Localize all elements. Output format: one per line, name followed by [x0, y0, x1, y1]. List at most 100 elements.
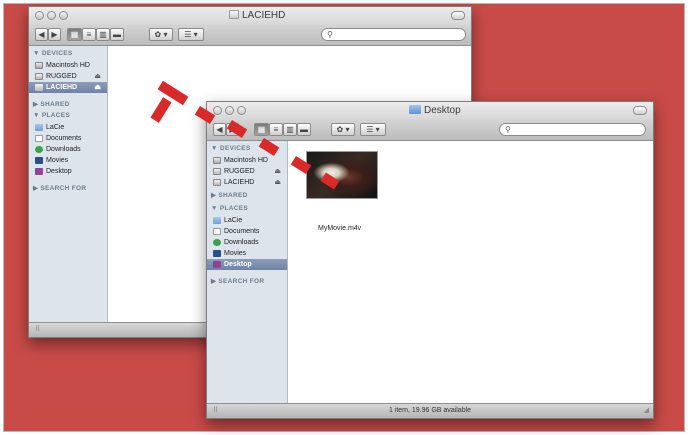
sidebar-item-macintosh-hd[interactable]: Macintosh HD: [207, 155, 287, 166]
sidebar: ▼ DEVICES Macintosh HD RUGGED ⏏ LACIEHD …: [29, 46, 108, 323]
resize-grip-icon[interactable]: ◢: [644, 404, 649, 418]
sidebar-item-label: Documents: [224, 228, 260, 235]
icon-view-icon: ▦: [70, 30, 79, 39]
cover-flow-button[interactable]: ▬: [110, 28, 124, 41]
sidebar-item-downloads[interactable]: Downloads: [29, 144, 107, 155]
sidebar-item-documents[interactable]: Documents: [29, 133, 107, 144]
eject-icon[interactable]: ⏏: [94, 82, 101, 93]
search-for-header[interactable]: ▶ SEARCH FOR: [211, 277, 264, 285]
search-field[interactable]: ⚲: [321, 28, 466, 41]
external-drive-icon: [213, 179, 221, 186]
search-icon: ⚲: [327, 30, 333, 39]
arrange-menu-button[interactable]: ☰ ▾: [178, 28, 204, 41]
column-view-button[interactable]: ▥: [96, 28, 110, 41]
sidebar-item-label: LACIEHD: [224, 179, 255, 186]
close-button[interactable]: [213, 106, 222, 115]
hard-drive-icon: [35, 62, 43, 69]
downloads-icon: [213, 239, 221, 246]
devices-header[interactable]: ▼ DEVICES: [33, 50, 72, 57]
search-for-header[interactable]: ▶ SEARCH FOR: [33, 184, 86, 192]
sidebar-item-label: Downloads: [224, 239, 259, 246]
downloads-icon: [35, 146, 43, 153]
minimize-button[interactable]: [225, 106, 234, 115]
column-view-button[interactable]: ▥: [283, 123, 297, 136]
sidebar-item-macintosh-hd[interactable]: Macintosh HD: [29, 60, 107, 71]
action-menu-button[interactable]: ✿ ▾: [331, 123, 355, 136]
sidebar-item-rugged[interactable]: RUGGED ⏏: [29, 71, 107, 82]
movies-icon: [35, 157, 43, 164]
window-controls: [35, 11, 68, 20]
back-button[interactable]: ◀: [213, 123, 226, 136]
column-view-icon: ▥: [99, 30, 107, 39]
eject-icon[interactable]: ⏏: [94, 71, 101, 82]
search-field[interactable]: ⚲: [499, 123, 646, 136]
sidebar-item-laciehd[interactable]: LACIEHD ⏏: [29, 82, 107, 93]
documents-icon: [213, 228, 221, 235]
hard-drive-icon: [213, 157, 221, 164]
places-header[interactable]: ▼ PLACES: [211, 205, 248, 212]
sidebar-item-desktop[interactable]: Desktop: [207, 259, 287, 270]
icon-view-button[interactable]: ▦: [67, 28, 82, 41]
cover-flow-icon: ▬: [113, 30, 121, 39]
sidebar-item-movies[interactable]: Movies: [207, 248, 287, 259]
sidebar-item-label: Movies: [224, 250, 247, 257]
forward-button[interactable]: ▶: [48, 28, 61, 41]
file-name-label[interactable]: MyMovie.m4v: [318, 225, 361, 232]
status-text: 1 item, 19.96 GB available: [388, 407, 472, 414]
places-header[interactable]: ▼ PLACES: [33, 112, 70, 119]
title-bar[interactable]: Desktop: [207, 102, 653, 120]
devices-header[interactable]: ▼ DEVICES: [211, 145, 250, 152]
sidebar-item-label: LaCie: [224, 217, 243, 224]
sidebar: ▼ DEVICES Macintosh HD RUGGED ⏏ LACIEHD …: [207, 141, 288, 404]
sidebar-resize-grip-icon[interactable]: ⠿: [35, 323, 40, 337]
list-view-button[interactable]: ≡: [269, 123, 283, 136]
desktop-icon: [35, 168, 43, 175]
sidebar-item-lacie[interactable]: LaCie: [29, 122, 107, 133]
toolbar-toggle-button[interactable]: [633, 106, 647, 115]
sidebar-item-label: RUGGED: [224, 168, 255, 175]
sidebar-item-label: Documents: [46, 135, 82, 142]
icon-view-button[interactable]: ▦: [254, 123, 269, 136]
list-view-button[interactable]: ≡: [82, 28, 96, 41]
sidebar-item-movies[interactable]: Movies: [29, 155, 107, 166]
sidebar-item-documents[interactable]: Documents: [207, 226, 287, 237]
movie-thumbnail-icon[interactable]: [306, 151, 378, 199]
toolbar-toggle-button[interactable]: [451, 11, 465, 20]
sidebar-item-label: Downloads: [46, 146, 81, 153]
shared-header[interactable]: ▶ SHARED: [211, 191, 248, 199]
screenshot: LACIEHD ◀ ▶ ▦ ≡ ▥ ▬ ✿ ▾ ☰ ▾ ⚲ ▼ DEVICES …: [0, 0, 688, 435]
list-view-icon: ≡: [273, 125, 279, 134]
eject-icon[interactable]: ⏏: [274, 166, 281, 177]
window-title: LACIEHD: [229, 10, 285, 21]
folder-icon: [409, 105, 421, 114]
documents-icon: [35, 135, 43, 142]
external-drive-icon: [35, 84, 43, 91]
window-title: Desktop: [409, 105, 461, 116]
sidebar-item-label: LaCie: [46, 124, 65, 131]
sidebar-item-label: LACIEHD: [46, 84, 78, 91]
sidebar-item-desktop[interactable]: Desktop: [29, 166, 107, 177]
zoom-button[interactable]: [59, 11, 68, 20]
arrange-menu-button[interactable]: ☰ ▾: [360, 123, 386, 136]
sidebar-item-rugged[interactable]: RUGGED ⏏: [207, 166, 287, 177]
title-bar[interactable]: LACIEHD: [29, 7, 471, 25]
icon-view-icon: ▦: [257, 125, 266, 134]
shared-header[interactable]: ▶ SHARED: [33, 100, 70, 108]
search-icon: ⚲: [505, 125, 511, 134]
desktop-icon: [213, 261, 221, 268]
minimize-button[interactable]: [47, 11, 56, 20]
cover-flow-button[interactable]: ▬: [297, 123, 311, 136]
close-button[interactable]: [35, 11, 44, 20]
drive-icon: [229, 10, 239, 19]
back-button[interactable]: ◀: [35, 28, 48, 41]
sidebar-item-downloads[interactable]: Downloads: [207, 237, 287, 248]
zoom-button[interactable]: [237, 106, 246, 115]
external-drive-icon: [213, 168, 221, 175]
action-menu-button[interactable]: ✿ ▾: [149, 28, 173, 41]
eject-icon[interactable]: ⏏: [274, 177, 281, 188]
sidebar-item-laciehd[interactable]: LACIEHD ⏏: [207, 177, 287, 188]
sidebar-item-lacie[interactable]: LaCie: [207, 215, 287, 226]
window-controls: [213, 106, 246, 115]
file-area[interactable]: MyMovie.m4v: [288, 141, 653, 404]
sidebar-item-label: Movies: [46, 157, 69, 164]
